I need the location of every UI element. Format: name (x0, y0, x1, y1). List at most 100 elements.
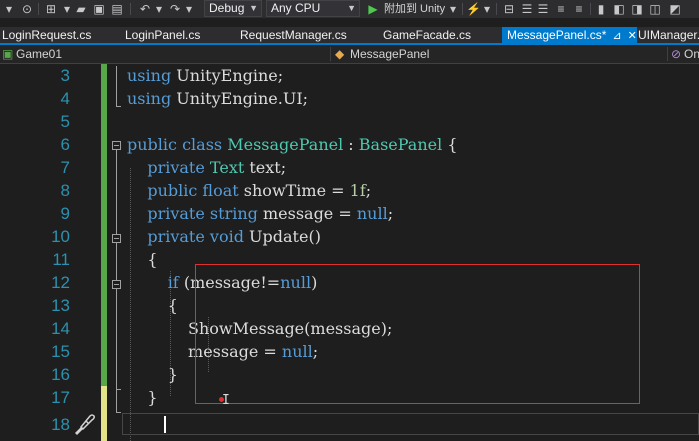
code-line[interactable]: { (127, 248, 157, 271)
toolbar-separator (462, 3, 463, 15)
tab-label: MessagePanel.cs* (507, 28, 607, 42)
save-icon[interactable]: ▣ (92, 2, 106, 16)
tab-loginpanel[interactable]: LoginPanel.cs (125, 27, 200, 43)
csharp-project-icon: ▣ (2, 47, 14, 61)
outline-line (116, 243, 117, 280)
forward-icon[interactable]: ⊙ (20, 2, 34, 16)
code-line[interactable]: } (127, 386, 157, 409)
tab-loginrequest[interactable]: LoginRequest.cs (2, 27, 91, 43)
collapse-class-icon[interactable] (112, 141, 121, 150)
current-line-highlight (122, 413, 699, 435)
line-number: 9 (60, 204, 70, 223)
toolbar: ▾ ⊙ ⊞ ▾ ▰ ▣ ▤ ↶ ▾ ↷ ▾ Debug ▼ Any CPU ▼ … (0, 0, 699, 18)
project-dropdown[interactable]: Game01 (16, 45, 62, 63)
dropdown-arrow-icon[interactable]: ▾ (446, 2, 460, 16)
redo-icon[interactable]: ↷ (168, 2, 182, 16)
line-number: 8 (60, 181, 70, 200)
line-number: 11 (52, 250, 70, 269)
quick-actions-brush-icon[interactable] (72, 412, 96, 436)
pin-icon[interactable]: ⊿ (612, 30, 621, 42)
toolbar-separator (590, 3, 591, 15)
platform-value: Any CPU (271, 1, 321, 15)
bookmark-icon[interactable]: ⊟ (502, 2, 516, 16)
outline-end (116, 106, 121, 107)
configuration-select[interactable]: Debug ▼ (204, 0, 262, 17)
line-number: 10 (51, 227, 70, 246)
code-editor[interactable]: 3 4 5 6 7 8 9 10 11 12 13 14 15 16 17 18… (0, 64, 699, 441)
tab-uimanager[interactable]: UIManager.. (638, 27, 699, 43)
hot-reload-icon[interactable]: ⚡ (466, 2, 481, 16)
outline-end (116, 412, 121, 413)
dropdown-arrow-icon[interactable]: ▾ (182, 2, 196, 16)
line-number: 18 (51, 415, 70, 434)
bookmark-next-icon[interactable]: ◨ (630, 2, 644, 16)
collapse-method-icon[interactable] (112, 234, 121, 243)
new-project-icon[interactable]: ⊞ (44, 2, 58, 16)
toolbar-separator (130, 3, 131, 15)
close-icon[interactable]: ✕ (628, 30, 637, 42)
platform-select[interactable]: Any CPU ▼ (266, 0, 360, 17)
code-line[interactable]: { (127, 294, 178, 317)
line-number: 6 (60, 135, 70, 154)
line-number: 13 (51, 296, 70, 315)
nav-separator (667, 47, 668, 61)
chevron-down-icon: ▼ (249, 3, 258, 13)
line-number: 4 (60, 89, 70, 108)
code-line[interactable]: using UnityEngine.UI; (127, 87, 308, 110)
toolbar-separator (38, 3, 39, 15)
code-line[interactable]: private void Update() (127, 225, 321, 248)
dropdown-arrow-icon[interactable]: ▾ (60, 2, 74, 16)
attach-button[interactable]: 附加到 Unity (384, 0, 445, 18)
tab-messagepanel[interactable]: MessagePanel.cs* ⊿ ✕ (502, 27, 637, 43)
cursor-dot-marker (219, 397, 224, 402)
nav-separator (330, 47, 331, 61)
line-number: 3 (60, 66, 70, 85)
toolbar-separator (496, 3, 497, 15)
comment-icon[interactable]: ≡ (554, 2, 568, 16)
uncomment-icon[interactable]: ≡ (572, 2, 586, 16)
code-line[interactable]: private string message = null; (127, 202, 393, 225)
tab-requestmanager[interactable]: RequestManager.cs (240, 27, 347, 43)
indent-icon[interactable]: ☰ (520, 2, 534, 16)
code-line[interactable]: } (127, 363, 178, 386)
outdent-icon[interactable]: ☰ (536, 2, 550, 16)
class-icon: ◆ (335, 47, 345, 61)
outline-line (116, 289, 117, 389)
outline-line (116, 150, 117, 234)
dropdown-arrow-icon[interactable]: ▾ (152, 2, 166, 16)
code-line[interactable]: public float showTime = 1f; (127, 179, 371, 202)
bookmark-prev-icon[interactable]: ◧ (612, 2, 626, 16)
line-number: 5 (60, 112, 70, 131)
undo-icon[interactable]: ↶ (138, 2, 152, 16)
chevron-down-icon: ▼ (347, 3, 356, 13)
navigation-bar: ▣ Game01 ◆ MessagePanel ⊘ On (0, 45, 699, 64)
line-number: 16 (51, 365, 70, 384)
tab-gamefacade[interactable]: GameFacade.cs (383, 27, 471, 43)
open-folder-icon[interactable]: ▰ (74, 2, 88, 16)
highlight-box (195, 264, 640, 404)
code-line[interactable]: using UnityEngine; (127, 64, 283, 87)
outline-line (116, 389, 117, 412)
outline-line (116, 66, 117, 106)
collapse-if-icon[interactable] (112, 280, 121, 289)
method-icon: ⊘ (671, 47, 682, 61)
line-number: 14 (51, 319, 70, 338)
line-number: 17 (51, 388, 70, 407)
line-number: 7 (60, 158, 70, 177)
play-icon[interactable]: ▶ (366, 2, 380, 16)
document-tabs: LoginRequest.cs LoginPanel.cs RequestMan… (0, 27, 699, 43)
saved-change-bar (101, 64, 107, 386)
save-all-icon[interactable]: ▤ (110, 2, 124, 16)
text-caret (164, 416, 166, 433)
member-dropdown[interactable]: On (684, 45, 699, 63)
line-number: 15 (51, 342, 70, 361)
class-dropdown[interactable]: MessagePanel (350, 45, 429, 63)
dropdown-arrow-icon[interactable]: ▾ (2, 2, 16, 16)
bookmark-list-icon[interactable]: ◫ (648, 2, 662, 16)
code-line[interactable]: public class MessagePanel : BasePanel { (127, 133, 458, 156)
bookmark-toggle-icon[interactable]: ▮ (594, 2, 608, 16)
code-line[interactable]: private Text text; (127, 156, 286, 179)
dropdown-arrow-icon[interactable]: ▾ (480, 2, 494, 16)
configuration-value: Debug (209, 1, 245, 15)
bookmark-clear-icon[interactable]: ◩ (668, 2, 682, 16)
